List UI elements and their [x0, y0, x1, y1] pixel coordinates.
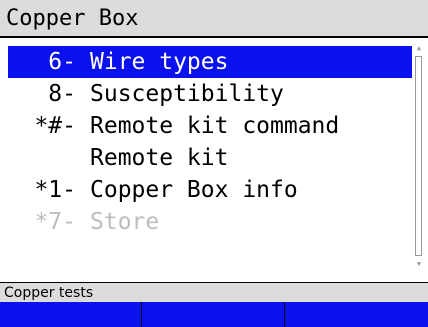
menu-item-shortcut: 8- [48, 81, 76, 107]
scrollbar-thumb[interactable] [415, 56, 422, 256]
menu-item-label: Remote kit command [90, 113, 340, 139]
softkey-bar [0, 302, 428, 327]
menu-list: 6- Wire types 8- Susceptibility *#- Remo… [8, 46, 412, 238]
menu-item-label: Copper Box info [90, 177, 298, 203]
menu-item-shortcut: *7- [34, 209, 76, 235]
softkey-3[interactable] [286, 302, 428, 327]
menu-item-label: Store [90, 209, 160, 235]
status-text: Copper tests [4, 285, 94, 301]
menu-item-label: Wire types [90, 49, 229, 75]
menu-item-remote-kit-command[interactable]: *#- Remote kit command [8, 110, 412, 142]
menu-item-remote-kit[interactable]: Remote kit [8, 142, 412, 174]
menu-item-susceptibility[interactable]: 8- Susceptibility [8, 78, 412, 110]
window-title: Copper Box [6, 6, 139, 31]
menu-item-shortcut: *1- [34, 177, 76, 203]
menu-item-shortcut: 6- [48, 49, 76, 75]
title-bar: Copper Box [0, 0, 428, 38]
softkey-1[interactable] [0, 302, 142, 327]
menu-item-copper-box-info[interactable]: *1- Copper Box info [8, 174, 412, 206]
softkey-2[interactable] [143, 302, 285, 327]
menu-scrollbar[interactable]: ▲ ▼ [414, 44, 424, 268]
menu-item-store: *7- Store [8, 206, 412, 238]
scroll-down-arrow-icon[interactable]: ▼ [415, 260, 423, 268]
scroll-up-arrow-icon[interactable]: ▲ [415, 44, 423, 52]
menu-item-label: Susceptibility [90, 81, 284, 107]
device-screen: Copper Box 6- Wire types 8- Susceptibili… [0, 0, 428, 327]
status-bar: Copper tests [0, 282, 428, 302]
menu-item-shortcut: *#- [34, 113, 76, 139]
menu-item-label: Remote kit [90, 145, 229, 171]
menu-item-wire-types[interactable]: 6- Wire types [8, 46, 412, 78]
